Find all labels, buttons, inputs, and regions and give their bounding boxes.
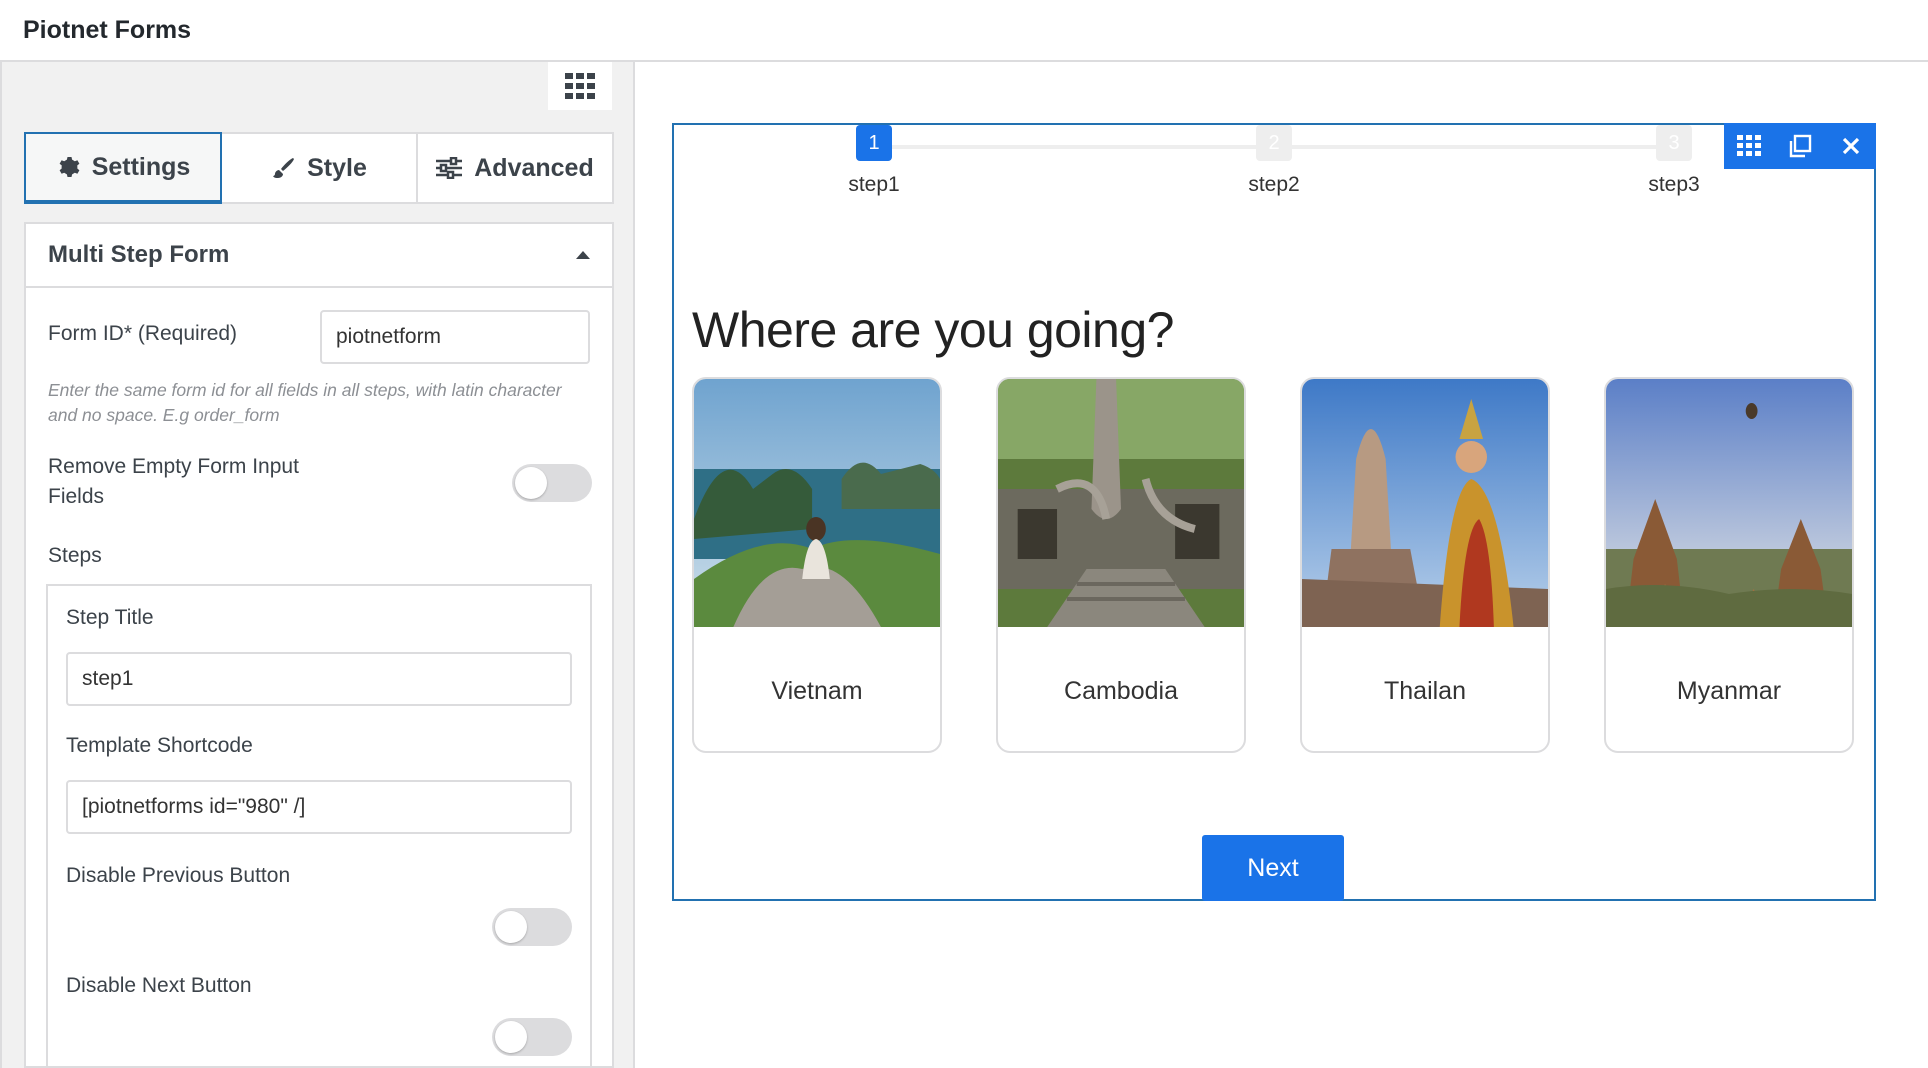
remove-empty-toggle[interactable] — [512, 464, 592, 502]
step-item: Step Title step1 Template Shortcode [pio… — [46, 584, 592, 1066]
remove-empty-label: Remove Empty Form Input Fields — [48, 455, 299, 508]
grid-icon — [565, 73, 595, 99]
widgets-grid-button[interactable] — [548, 62, 612, 110]
step-2-label: step2 — [1248, 173, 1300, 196]
option-label: Thailan — [1384, 676, 1466, 705]
tab-style-label: Style — [307, 153, 367, 182]
app-header: Piotnet Forms — [0, 0, 1928, 62]
option-card-vietnam[interactable]: Vietnam — [692, 377, 942, 753]
section-title: Multi Step Form — [48, 241, 230, 268]
template-shortcode-input[interactable]: [piotnetforms id="980" /] — [66, 780, 572, 834]
brush-icon — [273, 158, 295, 178]
edit-widget-button[interactable] — [1729, 126, 1769, 166]
sliders-icon — [436, 157, 463, 179]
option-card-thailand[interactable]: Thailan — [1300, 377, 1550, 753]
option-label: Cambodia — [1064, 676, 1178, 705]
disable-previous-label: Disable Previous Button — [66, 864, 291, 887]
thailand-photo — [1302, 379, 1548, 627]
step-3-indicator[interactable]: 3 — [1656, 125, 1692, 161]
tab-settings-label: Settings — [91, 152, 191, 181]
tab-style[interactable]: Style — [222, 134, 418, 202]
option-label: Vietnam — [771, 676, 863, 705]
option-card-cambodia[interactable]: Cambodia — [996, 377, 1246, 753]
close-icon — [1842, 137, 1859, 155]
step-1-label: step1 — [848, 173, 900, 196]
gear-icon — [59, 157, 80, 177]
delete-widget-button[interactable] — [1831, 126, 1871, 166]
step-title-input[interactable]: step1 — [66, 652, 572, 706]
panel-tabs: Settings Style Advanced — [24, 132, 614, 204]
form-id-label: Form ID* (Required) — [48, 322, 238, 345]
steps-label: Steps — [48, 544, 102, 567]
disable-next-toggle[interactable] — [492, 1018, 572, 1056]
next-button[interactable]: Next — [1202, 835, 1344, 901]
settings-panel: Settings Style Advanced Multi Step Form — [0, 62, 635, 1068]
question-heading: Where are you going? — [692, 302, 1174, 358]
duplicate-icon — [1789, 134, 1812, 158]
vietnam-photo — [694, 379, 940, 627]
widget-toolbar — [1724, 123, 1876, 169]
disable-next-label: Disable Next Button — [66, 974, 252, 997]
option-card-myanmar[interactable]: Myanmar — [1604, 377, 1854, 753]
duplicate-widget-button[interactable] — [1780, 126, 1820, 166]
step-1-indicator[interactable]: 1 — [856, 125, 892, 161]
form-preview[interactable]: 1 step1 2 step2 3 step3 Where are you go… — [672, 123, 1876, 901]
myanmar-photo — [1606, 379, 1852, 627]
disable-previous-toggle[interactable] — [492, 908, 572, 946]
section-header[interactable]: Multi Step Form — [26, 224, 612, 288]
grid-icon — [1737, 135, 1762, 156]
option-label: Myanmar — [1676, 676, 1782, 705]
tab-advanced-label: Advanced — [474, 153, 594, 182]
multi-step-form-section: Multi Step Form Form ID* (Required) piot… — [24, 222, 614, 1068]
tab-settings[interactable]: Settings — [24, 132, 222, 204]
form-id-help: Enter the same form id for all fields in… — [48, 380, 562, 425]
step-3-label: step3 — [1648, 173, 1700, 196]
cambodia-photo — [998, 379, 1244, 627]
template-shortcode-label: Template Shortcode — [66, 734, 253, 757]
app-title: Piotnet Forms — [23, 15, 192, 44]
tab-advanced[interactable]: Advanced — [418, 134, 612, 202]
step-2-indicator[interactable]: 2 — [1256, 125, 1292, 161]
form-id-input[interactable]: piotnetform — [320, 310, 590, 364]
step-title-label: Step Title — [66, 606, 154, 629]
caret-up-icon — [576, 251, 590, 259]
